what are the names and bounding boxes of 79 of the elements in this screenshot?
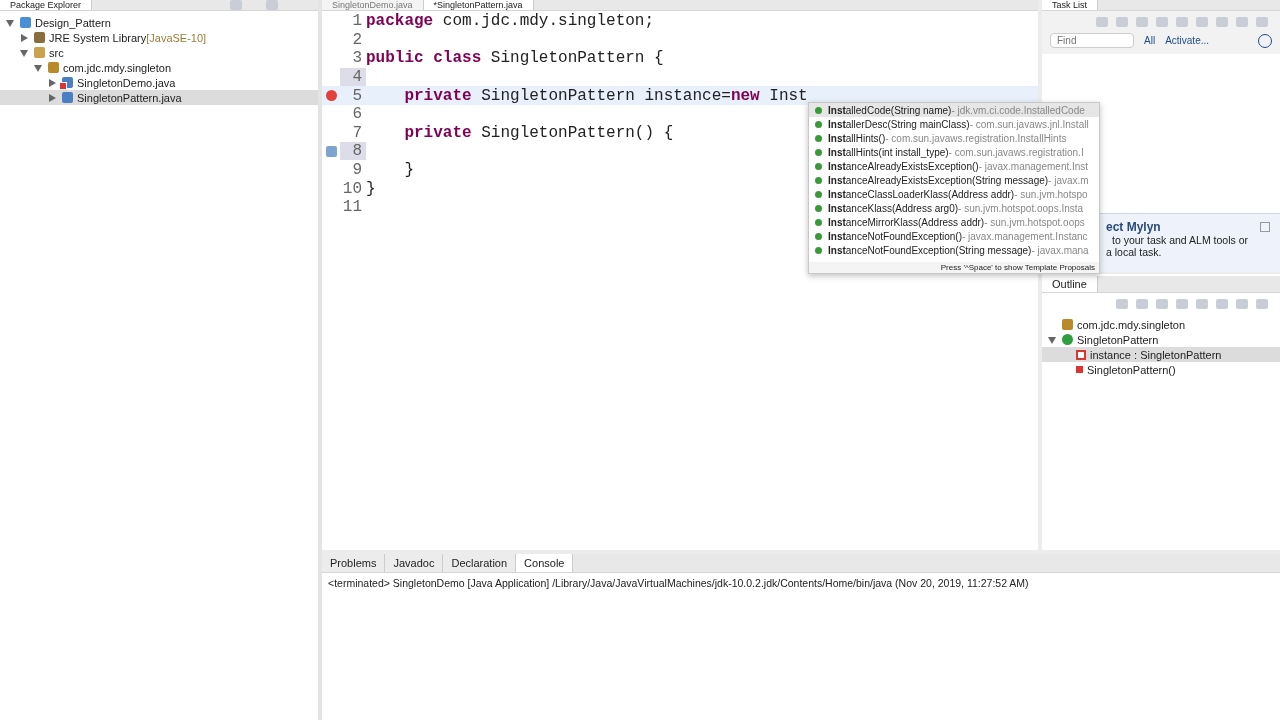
line-number: 7: [351, 123, 363, 142]
toolbar-icon[interactable]: [1216, 299, 1228, 309]
tree-item[interactable]: com.jdc.mdy.singleton: [0, 60, 318, 75]
console-output: <terminated> SingletonDemo [Java Application] /Library/Java/JavaVirtualMachines/jdk-10.0.2.jdk/Contents/Home/bin/java (Nov 20, 2019, 11:27:52 AM): [327, 576, 1030, 591]
proposal-item[interactable]: InstallHints()- com.sun.javaws.registration.InstallHints: [809, 131, 1099, 145]
view-tab[interactable]: Outline: [1042, 276, 1098, 292]
view-tab[interactable]: Console: [516, 554, 574, 572]
view-tab[interactable]: Task List: [1042, 0, 1098, 10]
tree-item[interactable]: src: [0, 45, 318, 60]
view-tab[interactable]: Problems: [322, 554, 386, 572]
toolbar-icon[interactable]: [1236, 17, 1248, 27]
close-icon[interactable]: [1260, 222, 1270, 232]
toolbar-icon[interactable]: [1136, 299, 1148, 309]
line-number: 6: [351, 105, 363, 124]
popup-hint: Press '^Space' to show Template Proposals: [809, 262, 1099, 273]
tree-item[interactable]: Design_Pattern: [0, 15, 318, 30]
proposal-item[interactable]: InstanceMirrorKlass(Address addr)- sun.jvm.hotspot.oops: [809, 215, 1099, 229]
line-number: 10: [341, 179, 363, 198]
proposal-item[interactable]: InstanceAlreadyExistsException(String message)- javax.m: [809, 173, 1099, 187]
banner-text: to your task and ALM tools or: [1111, 234, 1249, 246]
proposal-item[interactable]: InstanceClassLoaderKlass(Address addr)- sun.jvm.hotspo: [809, 187, 1099, 201]
view-tab[interactable]: Declaration: [443, 554, 517, 572]
toolbar-icon[interactable]: [1116, 299, 1128, 309]
toolbar-icon[interactable]: [1156, 299, 1168, 309]
line-number: 3: [351, 49, 363, 68]
toolbar-icon[interactable]: [266, 0, 278, 10]
toolbar-icon[interactable]: [1236, 299, 1248, 309]
code-line: public class SingletonPattern {: [366, 49, 664, 68]
toolbar-icon[interactable]: [1196, 17, 1208, 27]
tree-item[interactable]: instance : SingletonPattern: [1042, 347, 1280, 362]
filter-link[interactable]: Activate...: [1165, 35, 1210, 46]
filter-link[interactable]: All: [1144, 35, 1156, 46]
toolbar-icon[interactable]: [1196, 299, 1208, 309]
code-line: }: [366, 179, 376, 198]
tree-item[interactable]: JRE System Library[JavaSE-10]: [0, 30, 318, 45]
tree-item[interactable]: SingletonPattern: [1042, 332, 1280, 347]
toolbar-icon[interactable]: [1256, 17, 1268, 27]
find-field[interactable]: Find: [1050, 33, 1134, 48]
toolbar-icon[interactable]: [1256, 299, 1268, 309]
proposal-item[interactable]: InstalledCode(String name)- jdk.vm.ci.code.InstalledCode: [809, 103, 1099, 117]
tree-item[interactable]: com.jdc.mdy.singleton: [1042, 317, 1280, 332]
square-icon: [1076, 349, 1086, 360]
line-number: 1: [351, 12, 363, 31]
line-number: 2: [351, 30, 363, 49]
code-line: private SingletonPattern instance=new Inst: [403, 86, 808, 105]
line-number: 5: [351, 86, 363, 105]
line-number: 9: [351, 161, 363, 180]
editor-tab[interactable]: SingletonDemo.java: [322, 0, 424, 10]
code-line: package com.jdc.mdy.singleton;: [366, 12, 655, 31]
proposal-item[interactable]: InstanceAlreadyExistsException()- javax.management.Inst: [809, 159, 1099, 173]
line-number: 8: [340, 142, 366, 161]
toolbar-icon[interactable]: [1216, 17, 1228, 27]
tree-item[interactable]: SingletonPattern(): [1042, 362, 1280, 377]
toolbar-icon[interactable]: [1176, 299, 1188, 309]
toolbar-icon[interactable]: [1136, 17, 1148, 27]
proposal-item[interactable]: InstallHints(int install_type)- com.sun.javaws.registration.I: [809, 145, 1099, 159]
toolbar-icon[interactable]: [230, 0, 242, 10]
proposal-item[interactable]: InstanceNotFoundException(String message)- javax.mana: [809, 243, 1099, 257]
code-line: }: [403, 161, 414, 180]
tree-item[interactable]: SingletonPattern.java: [0, 90, 318, 105]
collapsed-arrow-icon[interactable]: [20, 33, 28, 42]
proposal-item[interactable]: InstallerDesc(String mainClass)- com.sun.javaws.jnl.Install: [809, 117, 1099, 131]
banner-text: a local task.: [1106, 246, 1163, 258]
view-tab[interactable]: Package Explorer: [0, 0, 93, 10]
proposal-item[interactable]: InstanceNotFoundException()- javax.management.Instanc: [809, 229, 1099, 243]
toolbar-icon[interactable]: [1096, 17, 1108, 27]
expanded-arrow-icon[interactable]: [1048, 335, 1056, 344]
expanded-arrow-icon[interactable]: [6, 18, 14, 27]
line-number: 4: [340, 68, 366, 87]
banner-title: ect Mylyn: [1106, 220, 1161, 234]
proposal-item[interactable]: InstanceKlass(Address arg0)- sun.jvm.hotspot.oops.Insta: [809, 201, 1099, 215]
toolbar-icon[interactable]: [1176, 17, 1188, 27]
view-tab[interactable]: Javadoc: [385, 554, 444, 572]
toolbar-icon[interactable]: [1116, 17, 1128, 27]
toolbar-icon[interactable]: [1156, 17, 1168, 27]
code-line: private SingletonPattern() {: [403, 123, 674, 142]
square-icon: [1076, 366, 1083, 373]
line-number: 11: [341, 198, 363, 217]
editor-tab[interactable]: *SingletonPattern.java: [423, 0, 534, 10]
